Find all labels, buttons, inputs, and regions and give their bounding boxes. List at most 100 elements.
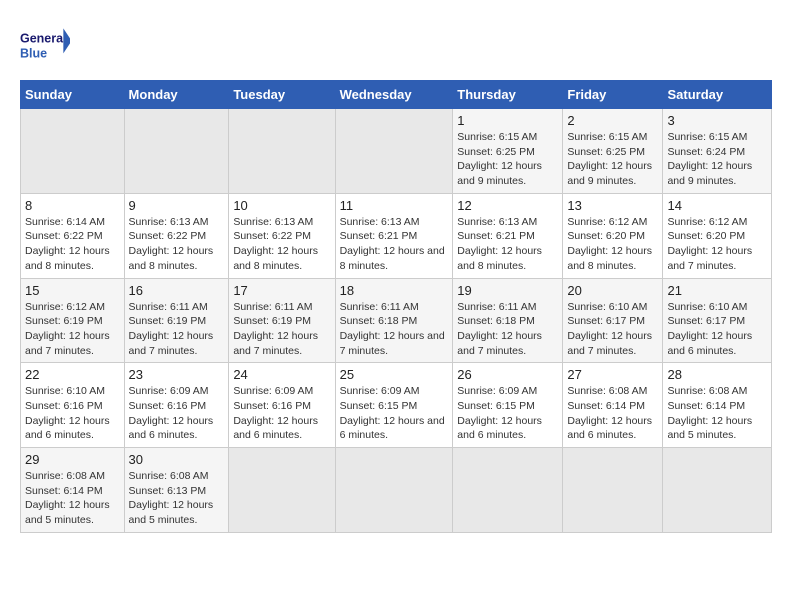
day-info: Sunrise: 6:11 AM Sunset: 6:18 PM Dayligh… (340, 300, 449, 359)
day-number: 9 (129, 198, 225, 213)
sunset-text: Sunset: 6:14 PM (25, 485, 103, 497)
day-cell-15: 15 Sunrise: 6:12 AM Sunset: 6:19 PM Dayl… (21, 278, 125, 363)
sunrise-text: Sunrise: 6:10 AM (667, 301, 747, 313)
daylight-text: Daylight: 12 hours and 6 minutes. (340, 415, 445, 442)
daylight-text: Daylight: 12 hours and 7 minutes. (25, 330, 110, 357)
weekday-header-wednesday: Wednesday (335, 81, 453, 109)
sunrise-text: Sunrise: 6:15 AM (667, 131, 747, 143)
sunset-text: Sunset: 6:22 PM (233, 230, 311, 242)
sunrise-text: Sunrise: 6:12 AM (25, 301, 105, 313)
sunset-text: Sunset: 6:17 PM (567, 315, 645, 327)
sunset-text: Sunset: 6:19 PM (129, 315, 207, 327)
day-cell-22: 22 Sunrise: 6:10 AM Sunset: 6:16 PM Dayl… (21, 363, 125, 448)
day-number: 30 (129, 452, 225, 467)
day-cell-26: 26 Sunrise: 6:09 AM Sunset: 6:15 PM Dayl… (453, 363, 563, 448)
daylight-text: Daylight: 12 hours and 7 minutes. (567, 330, 652, 357)
calendar-table: SundayMondayTuesdayWednesdayThursdayFrid… (20, 80, 772, 533)
day-number: 25 (340, 367, 449, 382)
empty-cell (124, 109, 229, 194)
day-info: Sunrise: 6:08 AM Sunset: 6:14 PM Dayligh… (25, 469, 120, 528)
sunset-text: Sunset: 6:22 PM (25, 230, 103, 242)
day-info: Sunrise: 6:15 AM Sunset: 6:24 PM Dayligh… (667, 130, 767, 189)
day-cell-23: 23 Sunrise: 6:09 AM Sunset: 6:16 PM Dayl… (124, 363, 229, 448)
sunrise-text: Sunrise: 6:10 AM (25, 385, 105, 397)
day-number: 3 (667, 113, 767, 128)
day-info: Sunrise: 6:12 AM Sunset: 6:19 PM Dayligh… (25, 300, 120, 359)
day-number: 15 (25, 283, 120, 298)
sunrise-text: Sunrise: 6:08 AM (25, 470, 105, 482)
sunrise-text: Sunrise: 6:09 AM (457, 385, 537, 397)
day-info: Sunrise: 6:10 AM Sunset: 6:17 PM Dayligh… (567, 300, 658, 359)
sunrise-text: Sunrise: 6:13 AM (457, 216, 537, 228)
day-cell-10: 10 Sunrise: 6:13 AM Sunset: 6:22 PM Dayl… (229, 193, 335, 278)
logo-svg: General Blue (20, 20, 70, 70)
weekday-header-monday: Monday (124, 81, 229, 109)
sunset-text: Sunset: 6:22 PM (129, 230, 207, 242)
page-header: General Blue (20, 20, 772, 70)
day-cell-18: 18 Sunrise: 6:11 AM Sunset: 6:18 PM Dayl… (335, 278, 453, 363)
daylight-text: Daylight: 12 hours and 6 minutes. (457, 415, 542, 442)
daylight-text: Daylight: 12 hours and 5 minutes. (129, 499, 214, 526)
daylight-text: Daylight: 12 hours and 6 minutes. (233, 415, 318, 442)
day-info: Sunrise: 6:11 AM Sunset: 6:19 PM Dayligh… (233, 300, 330, 359)
day-cell-27: 27 Sunrise: 6:08 AM Sunset: 6:14 PM Dayl… (563, 363, 663, 448)
sunrise-text: Sunrise: 6:11 AM (457, 301, 536, 313)
sunrise-text: Sunrise: 6:13 AM (340, 216, 420, 228)
day-cell-13: 13 Sunrise: 6:12 AM Sunset: 6:20 PM Dayl… (563, 193, 663, 278)
day-info: Sunrise: 6:10 AM Sunset: 6:16 PM Dayligh… (25, 384, 120, 443)
empty-cell (335, 448, 453, 533)
day-cell-30: 30 Sunrise: 6:08 AM Sunset: 6:13 PM Dayl… (124, 448, 229, 533)
day-info: Sunrise: 6:11 AM Sunset: 6:18 PM Dayligh… (457, 300, 558, 359)
day-number: 20 (567, 283, 658, 298)
sunrise-text: Sunrise: 6:09 AM (233, 385, 313, 397)
daylight-text: Daylight: 12 hours and 9 minutes. (567, 160, 652, 187)
sunrise-text: Sunrise: 6:08 AM (667, 385, 747, 397)
day-info: Sunrise: 6:14 AM Sunset: 6:22 PM Dayligh… (25, 215, 120, 274)
sunrise-text: Sunrise: 6:13 AM (233, 216, 313, 228)
day-cell-9: 9 Sunrise: 6:13 AM Sunset: 6:22 PM Dayli… (124, 193, 229, 278)
day-info: Sunrise: 6:09 AM Sunset: 6:15 PM Dayligh… (340, 384, 449, 443)
daylight-text: Daylight: 12 hours and 6 minutes. (667, 330, 752, 357)
day-cell-8: 8 Sunrise: 6:14 AM Sunset: 6:22 PM Dayli… (21, 193, 125, 278)
day-info: Sunrise: 6:09 AM Sunset: 6:15 PM Dayligh… (457, 384, 558, 443)
daylight-text: Daylight: 12 hours and 5 minutes. (25, 499, 110, 526)
sunrise-text: Sunrise: 6:09 AM (340, 385, 420, 397)
daylight-text: Daylight: 12 hours and 6 minutes. (25, 415, 110, 442)
daylight-text: Daylight: 12 hours and 8 minutes. (340, 245, 445, 272)
weekday-header-friday: Friday (563, 81, 663, 109)
logo: General Blue (20, 20, 70, 70)
day-number: 2 (567, 113, 658, 128)
day-cell-2: 2 Sunrise: 6:15 AM Sunset: 6:25 PM Dayli… (563, 109, 663, 194)
daylight-text: Daylight: 12 hours and 7 minutes. (457, 330, 542, 357)
day-number: 28 (667, 367, 767, 382)
sunset-text: Sunset: 6:15 PM (340, 400, 418, 412)
sunrise-text: Sunrise: 6:08 AM (567, 385, 647, 397)
sunset-text: Sunset: 6:16 PM (129, 400, 207, 412)
sunset-text: Sunset: 6:16 PM (233, 400, 311, 412)
day-cell-16: 16 Sunrise: 6:11 AM Sunset: 6:19 PM Dayl… (124, 278, 229, 363)
sunrise-text: Sunrise: 6:13 AM (129, 216, 209, 228)
sunrise-text: Sunrise: 6:14 AM (25, 216, 105, 228)
empty-cell (229, 448, 335, 533)
day-info: Sunrise: 6:12 AM Sunset: 6:20 PM Dayligh… (667, 215, 767, 274)
sunset-text: Sunset: 6:14 PM (667, 400, 745, 412)
day-cell-19: 19 Sunrise: 6:11 AM Sunset: 6:18 PM Dayl… (453, 278, 563, 363)
daylight-text: Daylight: 12 hours and 8 minutes. (25, 245, 110, 272)
sunset-text: Sunset: 6:14 PM (567, 400, 645, 412)
sunrise-text: Sunrise: 6:10 AM (567, 301, 647, 313)
sunset-text: Sunset: 6:16 PM (25, 400, 103, 412)
day-number: 18 (340, 283, 449, 298)
day-number: 10 (233, 198, 330, 213)
sunrise-text: Sunrise: 6:11 AM (233, 301, 312, 313)
empty-cell (335, 109, 453, 194)
day-info: Sunrise: 6:08 AM Sunset: 6:14 PM Dayligh… (667, 384, 767, 443)
day-info: Sunrise: 6:12 AM Sunset: 6:20 PM Dayligh… (567, 215, 658, 274)
day-number: 11 (340, 198, 449, 213)
svg-text:General: General (20, 32, 67, 46)
sunset-text: Sunset: 6:21 PM (340, 230, 418, 242)
sunset-text: Sunset: 6:20 PM (567, 230, 645, 242)
sunset-text: Sunset: 6:20 PM (667, 230, 745, 242)
sunset-text: Sunset: 6:18 PM (457, 315, 535, 327)
day-number: 24 (233, 367, 330, 382)
empty-cell (453, 448, 563, 533)
